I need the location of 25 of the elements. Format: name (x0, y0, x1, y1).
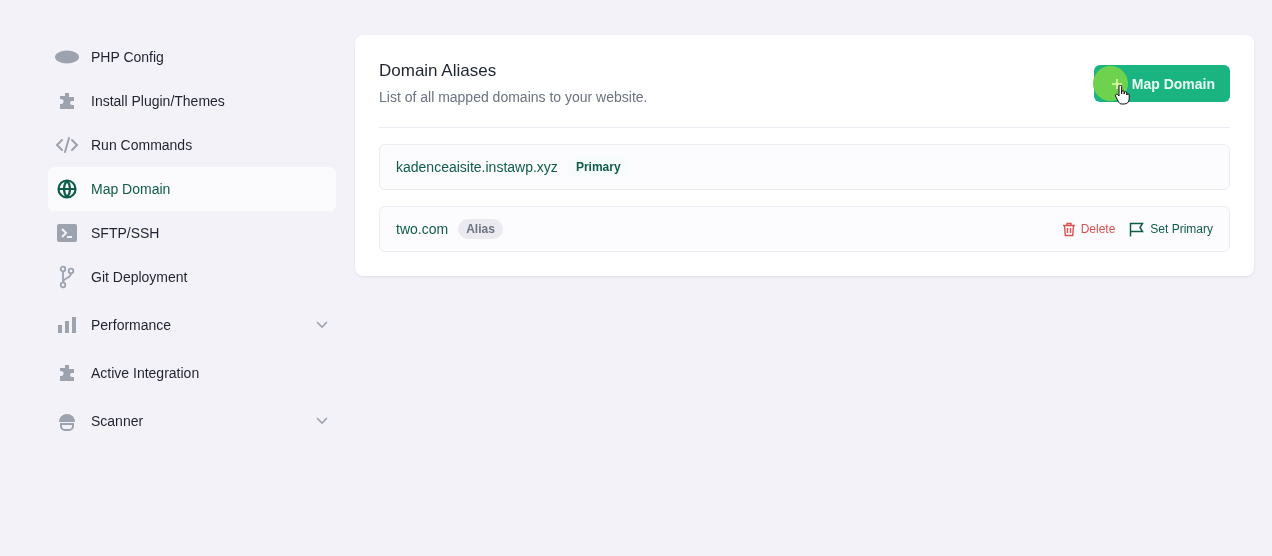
trash-icon (1061, 221, 1076, 237)
sidebar-item[interactable]: Scanner (48, 395, 336, 447)
sidebar-item[interactable]: Run Commands (48, 123, 336, 167)
sidebar-item[interactable]: Map Domain (48, 167, 336, 211)
primary-badge: Primary (567, 157, 629, 177)
domain-name: kadenceaisite.instawp.xyz (396, 159, 558, 175)
globe-icon (55, 179, 79, 199)
sidebar-item[interactable]: Active Integration (48, 351, 336, 395)
flag-icon (1129, 221, 1146, 237)
plus-icon (1111, 78, 1122, 89)
panel-subtitle: List of all mapped domains to your website. (379, 89, 648, 105)
sidebar-item[interactable]: Install Plugin/Themes (48, 79, 336, 123)
panel-title: Domain Aliases (379, 61, 498, 81)
set-primary-button[interactable]: Set Primary (1129, 221, 1213, 237)
delete-button[interactable]: Delete (1061, 221, 1116, 237)
alias-badge: Alias (458, 219, 503, 239)
code-icon (55, 135, 79, 155)
hand-cursor-icon (1113, 85, 1130, 105)
sidebar-item[interactable]: SFTP/SSH (48, 211, 336, 255)
domain-name: two.com (396, 221, 449, 237)
sidebar-item[interactable]: Performance (48, 299, 336, 351)
sidebar-item[interactable]: Git Deployment (48, 255, 336, 299)
terminal-icon (55, 224, 79, 242)
bar-chart-icon (55, 317, 79, 333)
sidebar-item[interactable]: PHP Config (48, 35, 336, 79)
